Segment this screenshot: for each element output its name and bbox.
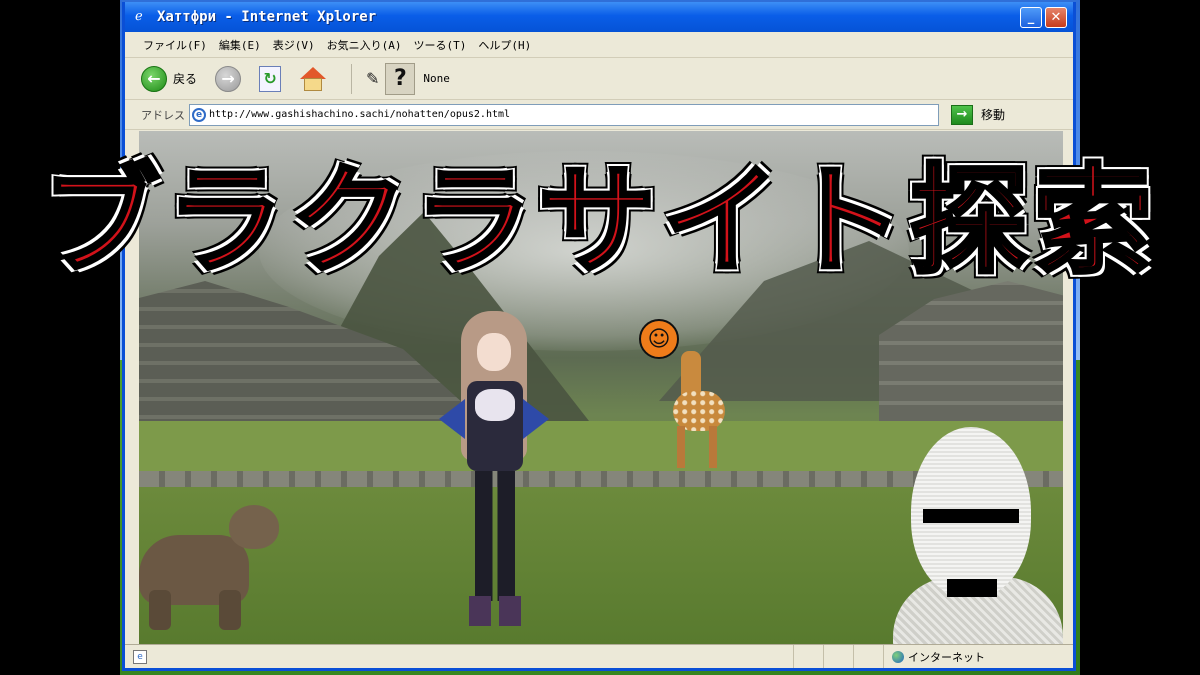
bear-image [139, 495, 289, 635]
status-page-icon: e [133, 649, 147, 664]
close-button[interactable]: ✕ [1045, 6, 1067, 28]
menu-bar: ファイル(F) 編集(E) 表ジ(V) お気ニ入り(A) ツーる(T) ヘルプ(… [125, 32, 1073, 58]
help-tool-button[interactable]: ✎ ? None [366, 62, 450, 95]
globe-icon [892, 650, 904, 663]
refresh-icon: ↻ [259, 65, 282, 92]
mouth-censor-bar [947, 579, 997, 597]
home-button[interactable] [299, 65, 327, 93]
back-arrow-icon: ← [141, 65, 167, 92]
eye-censor-bar [923, 509, 1019, 523]
security-zone: インターネット [883, 645, 1073, 668]
menu-file[interactable]: ファイル(F) [143, 37, 207, 53]
status-bar: e インターネット [125, 644, 1073, 668]
thumbnail-title: ブラクラサイト探索 [40, 150, 1158, 292]
forward-button[interactable]: → [215, 65, 242, 92]
back-label: 戻る [173, 72, 198, 86]
go-label: 移動 [981, 108, 1006, 122]
forward-arrow-icon: → [215, 65, 242, 92]
menu-favorites[interactable]: お気ニ入り(A) [327, 37, 402, 53]
censored-face-image [883, 427, 1063, 647]
menu-edit[interactable]: 編集(E) [219, 37, 261, 53]
question-mark-icon: ? [385, 62, 416, 95]
anime-girl-image [439, 311, 549, 631]
ie-window-icon: ℯ [135, 9, 143, 24]
toolbar-separator [351, 63, 353, 94]
menu-tools[interactable]: ツーる(T) [414, 37, 467, 53]
go-arrow-icon: → [951, 104, 973, 125]
page-ie-icon: e [192, 107, 206, 122]
title-bar[interactable]: ℯ Хаттфри - Internet Xplorer _ ✕ [125, 2, 1073, 32]
menu-help[interactable]: ヘルプ(H) [478, 37, 531, 53]
menu-view[interactable]: 表ジ(V) [273, 37, 315, 53]
home-icon [299, 65, 327, 93]
go-button[interactable]: → 移動 [951, 104, 1006, 125]
refresh-button[interactable]: ↻ [259, 65, 282, 92]
window-controls: _ ✕ [1020, 6, 1067, 28]
browser-window: ℯ Хаттфри - Internet Xplorer _ ✕ ファイル(F)… [122, 2, 1076, 671]
toolbar: ← 戻る → ↻ ✎ ? None [125, 58, 1073, 100]
address-field[interactable]: e [189, 103, 939, 126]
pen-icon: ✎ [366, 69, 380, 88]
minimize-button[interactable]: _ [1020, 6, 1042, 28]
deer-image [659, 341, 739, 471]
window-title: Хаттфри - Internet Xplorer [157, 9, 377, 25]
none-label: None [423, 72, 450, 85]
address-input[interactable] [209, 109, 929, 120]
zone-label: インターネット [908, 650, 985, 664]
back-button[interactable]: ← 戻る [141, 65, 198, 92]
address-label: アドレス [141, 108, 185, 122]
status-cells: インターネット [793, 645, 1073, 668]
smiley-face-icon: ☺ [639, 319, 679, 359]
